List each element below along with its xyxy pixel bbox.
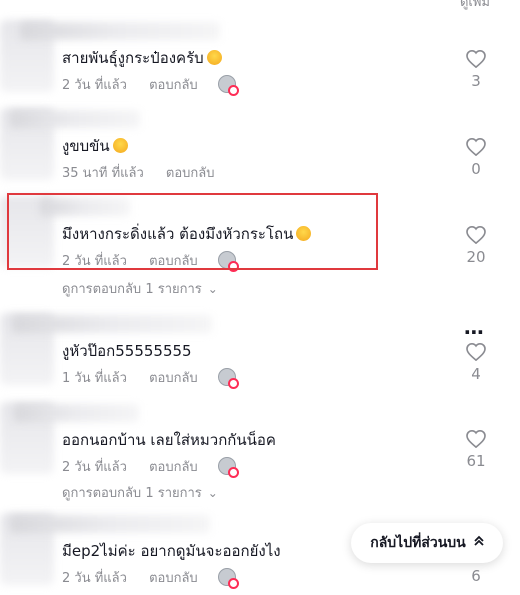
chevron-down-icon: ⌄ [207,486,218,500]
like-count: 61 [466,452,486,470]
username-blurred[interactable] [14,404,139,422]
like-button[interactable]: 61 [462,430,490,470]
back-to-top-button[interactable]: กลับไปที่ส่วนบน [351,523,503,563]
comment-text: งูขบขัน [62,134,128,158]
comment-text: สายพันธุ์งูกระป๋องครับ [62,46,222,70]
comment-meta: 2 วัน ที่แล้ว ตอบกลับ [62,74,239,96]
heart-icon[interactable] [466,430,486,448]
comment-text: ออกนอกบ้าน เลยใส่หมวกกันน็อค [62,431,276,449]
like-button[interactable]: 3 [462,50,490,90]
comment-text: งูหัวป๊อก55555555 [62,342,192,360]
heart-icon[interactable] [466,50,486,68]
view-replies-button[interactable]: ดูการตอบกลับ 1 รายการ ⌄ [62,482,218,503]
comment-time: 2 วัน ที่แล้ว [62,78,127,93]
highlight-annotation [7,193,378,270]
reply-button[interactable]: ตอบกลับ [149,460,198,475]
like-count-only: 6 [462,563,490,585]
comment-text: มีep2ไม่ค่ะ อยากดูมันจะออกยังไง [62,542,281,560]
reply-button[interactable]: ตอบกลับ [149,571,198,586]
like-count: 20 [466,248,486,266]
username-blurred[interactable] [10,110,140,128]
creator-liked-avatar-icon [217,457,239,478]
creator-liked-avatar-icon [217,568,239,589]
heart-icon[interactable] [466,226,486,244]
like-count: 3 [471,72,481,90]
username-blurred[interactable] [10,515,210,533]
comment-time: 2 วัน ที่แล้ว [62,460,127,475]
comment-item: งูหัวป๊อก55555555 1 วัน ที่แล้ว ตอบกลับ … [0,313,520,393]
like-count: 6 [471,567,481,585]
comment-item: งูขบขัน 35 นาที ที่แล้ว ตอบกลับ 0 [0,108,520,188]
like-count: 4 [471,365,481,383]
comment-time: 2 วัน ที่แล้ว [62,571,127,586]
view-replies-button[interactable]: ดูการตอบกลับ 1 รายการ ⌄ [62,278,218,299]
like-button[interactable]: 0 [462,138,490,178]
like-button[interactable]: 4 [462,343,490,383]
comment-meta: 1 วัน ที่แล้ว ตอบกลับ [62,367,239,389]
view-replies-label: ดูการตอบกลับ 1 รายการ [62,282,202,297]
comment-time: 35 นาที ที่แล้ว [62,166,144,181]
laughing-emoji-icon [112,138,128,153]
header-cut-text: ดูเพิ่ม [459,0,490,10]
laugh-sweat-emoji-icon [206,50,222,65]
username-blurred[interactable] [20,22,220,40]
chevron-down-icon: ⌄ [207,282,218,296]
view-replies-label: ดูการตอบกลับ 1 รายการ [62,486,202,501]
back-to-top-label: กลับไปที่ส่วนบน [370,535,466,551]
username-blurred[interactable] [12,315,212,333]
reply-button[interactable]: ตอบกลับ [166,166,215,181]
chevron-double-up-icon [474,535,484,551]
comment-meta: 35 นาที ที่แล้ว ตอบกลับ [62,162,215,183]
reply-button[interactable]: ตอบกลับ [149,78,198,93]
comment-meta: 2 วัน ที่แล้ว ตอบกลับ [62,456,239,478]
comment-meta: 2 วัน ที่แล้ว ตอบกลับ [62,567,239,589]
creator-liked-avatar-icon [217,75,239,96]
comment-item: สายพันธุ์งูกระป๋องครับ 2 วัน ที่แล้ว ตอบ… [0,20,520,100]
heart-icon[interactable] [466,138,486,156]
heart-icon[interactable] [466,343,486,361]
like-count: 0 [471,160,481,178]
creator-liked-avatar-icon [217,368,239,389]
comment-time: 1 วัน ที่แล้ว [62,371,127,386]
like-button[interactable]: 20 [462,226,490,266]
reply-button[interactable]: ตอบกลับ [149,371,198,386]
comment-item: ออกนอกบ้าน เลยใส่หมวกกันน็อค 2 วัน ที่แล… [0,402,520,482]
